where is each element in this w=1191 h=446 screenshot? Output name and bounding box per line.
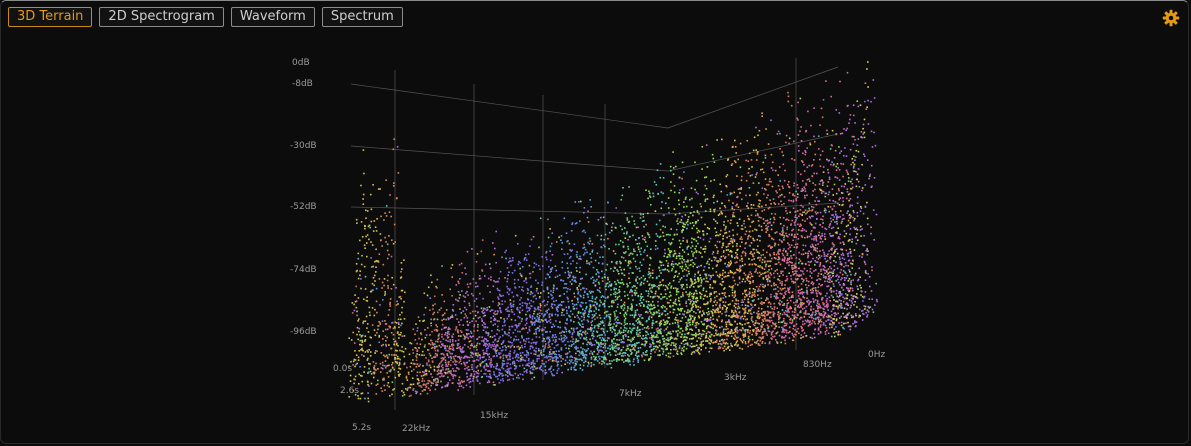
db-label: -30dB [290,141,317,151]
db-label: -52dB [290,202,317,212]
db-label: 0dB [292,58,310,68]
freq-label: 0Hz [868,350,885,360]
db-axis-labels: 0dB -8dB -30dB -52dB -74dB -96dB [290,58,317,337]
db-label: -96dB [290,327,317,337]
terrain-plot[interactable]: 0dB -8dB -30dB -52dB -74dB -96dB 0.0s 2.… [0,0,1191,446]
db-label: -74dB [290,265,317,275]
spectrum-terrain [348,61,878,403]
time-label: 2.6s [340,386,359,396]
freq-axis-labels: 22kHz 15kHz 7kHz 3kHz 830Hz 0Hz [402,350,885,434]
freq-label: 3kHz [724,373,747,383]
freq-label: 7kHz [619,389,642,399]
db-label: -8dB [292,79,313,89]
time-label: 5.2s [352,423,371,433]
time-label: 0.0s [333,364,352,374]
freq-label: 830Hz [803,360,832,370]
freq-label: 22kHz [402,424,430,434]
freq-label: 15kHz [480,411,508,421]
